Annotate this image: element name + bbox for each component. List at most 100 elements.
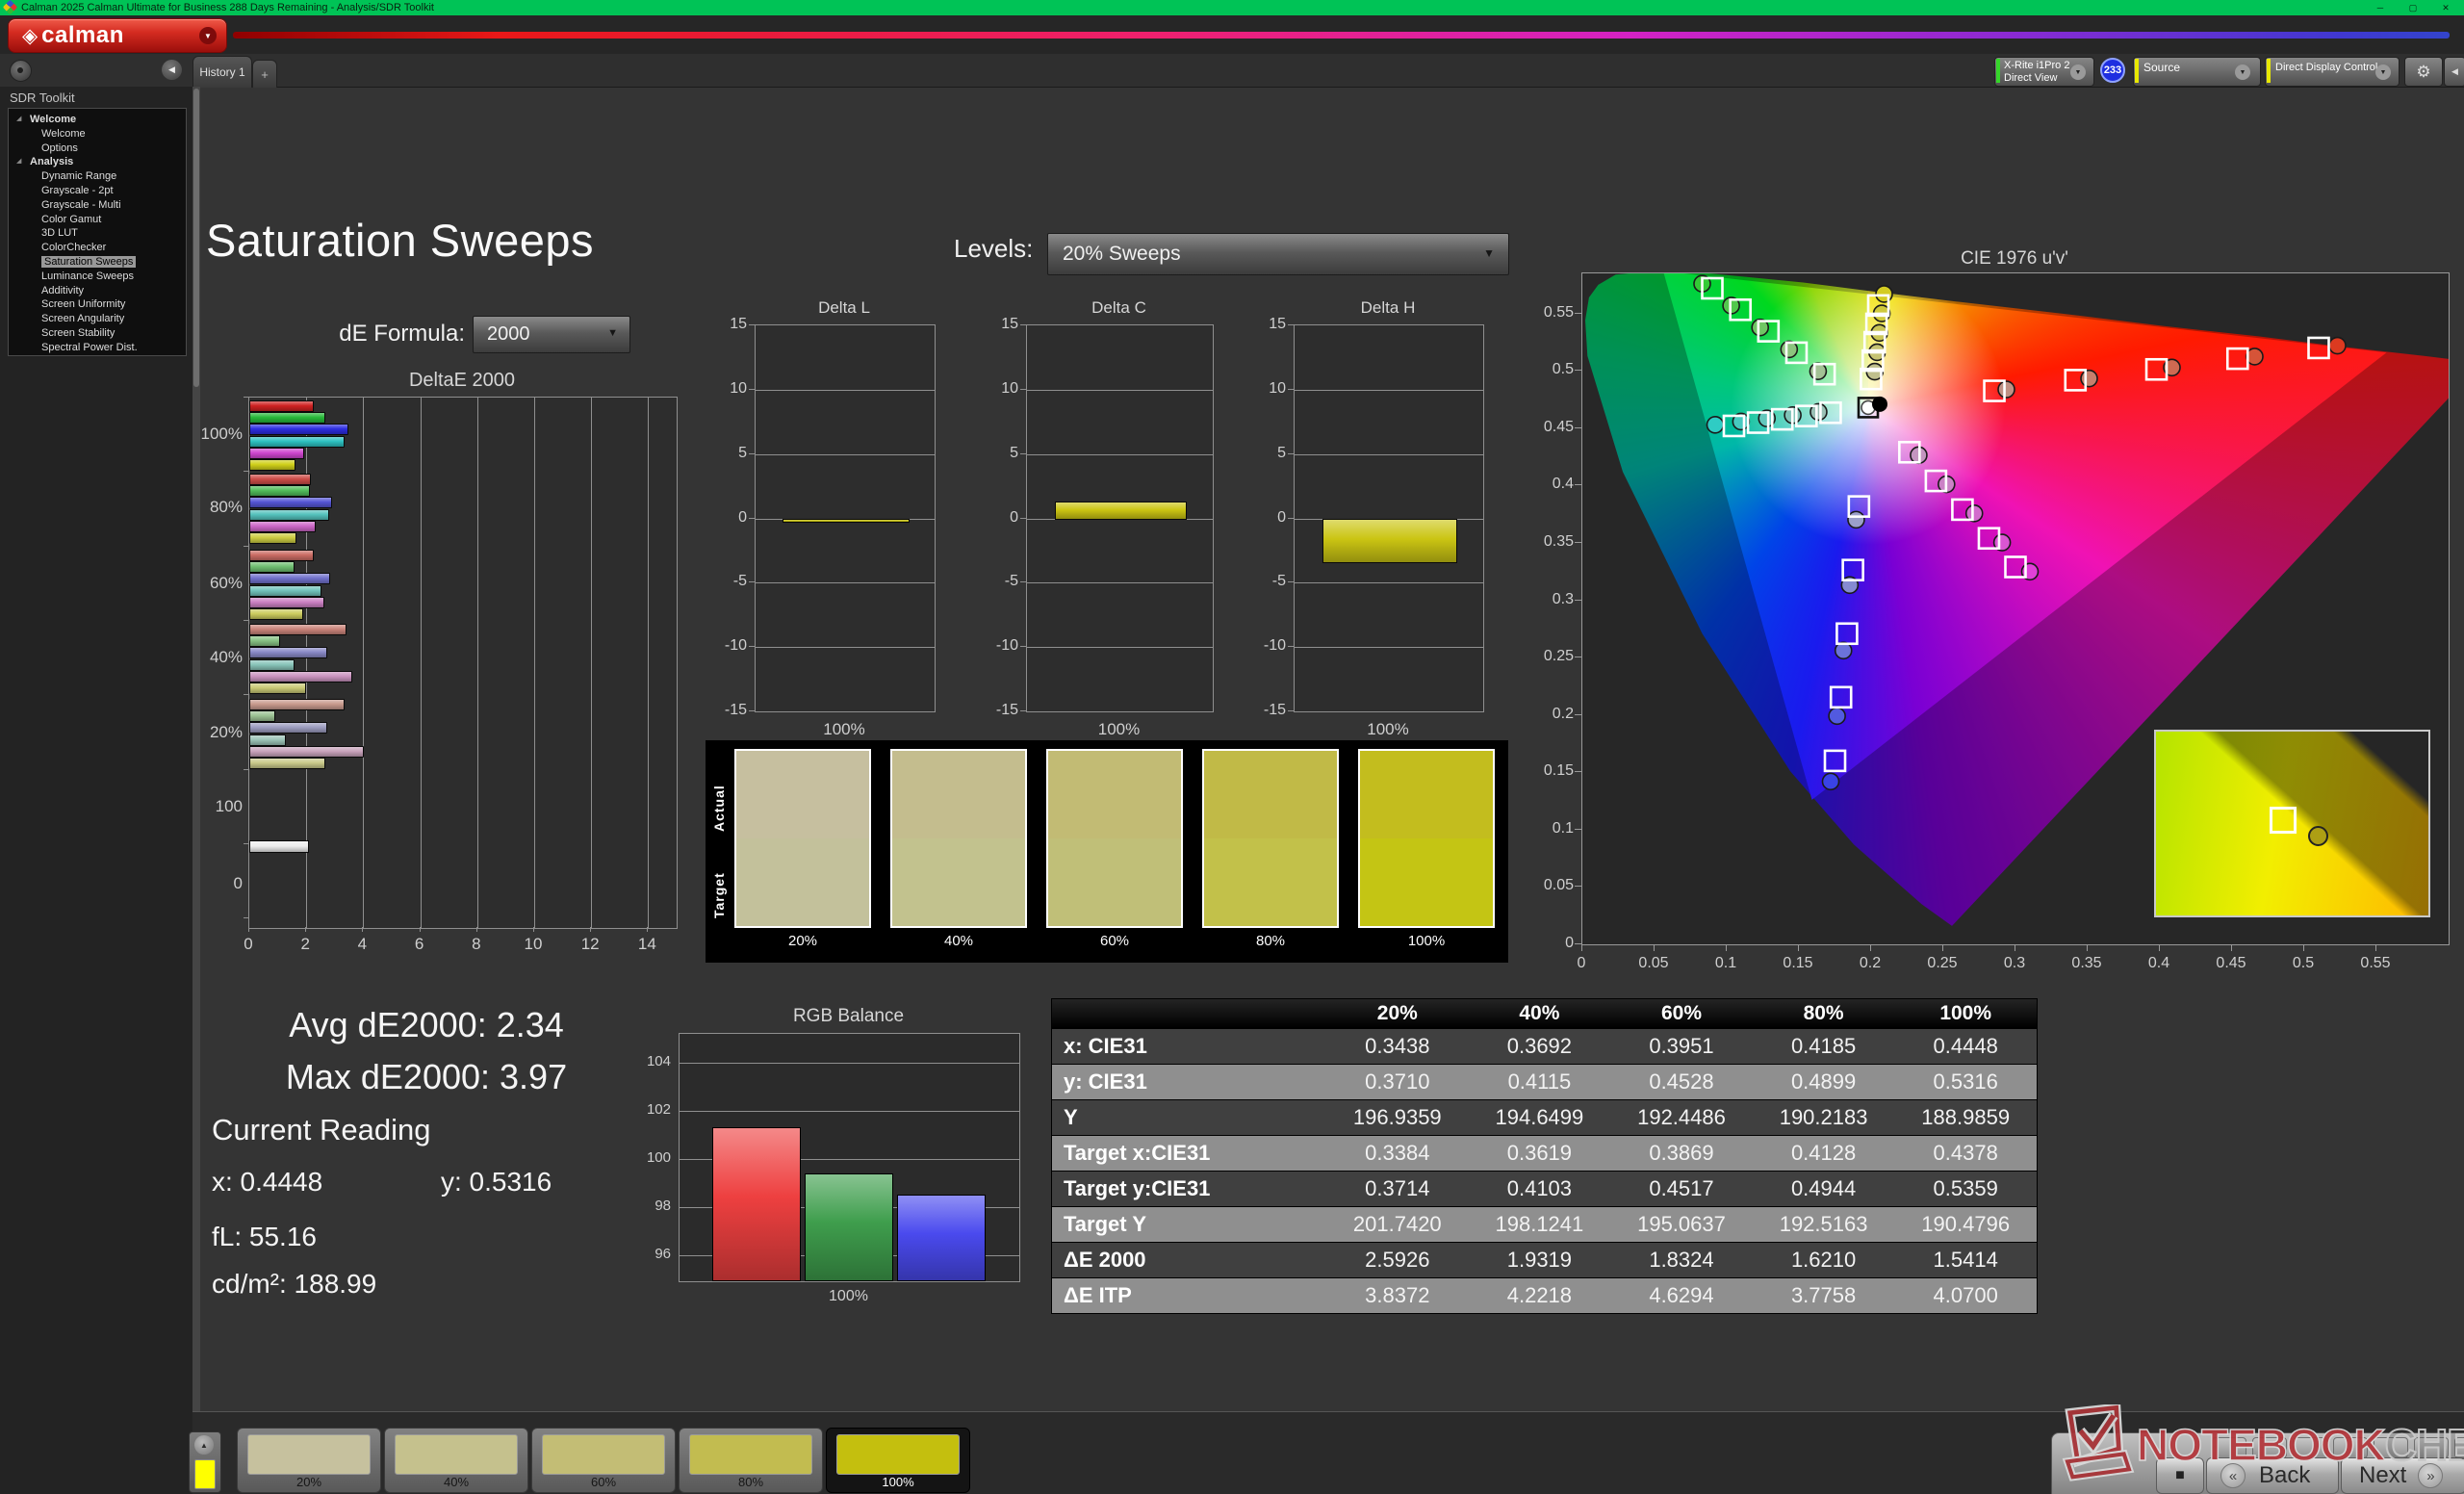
sidebar-item-screen-angularity[interactable]: Screen Angularity	[9, 312, 186, 326]
calman-diamond-icon: ◈	[22, 24, 38, 47]
y-tick	[1575, 713, 1581, 715]
page-title: Saturation Sweeps	[206, 215, 595, 266]
de-formula-dropdown[interactable]: 2000 ▼	[473, 316, 630, 353]
row-label: Target x:CIE31	[1064, 1141, 1211, 1165]
gridline	[363, 398, 365, 928]
gridline	[756, 389, 935, 391]
x-tick	[1726, 945, 1727, 951]
pattern-tile-40%[interactable]: 40%	[384, 1428, 528, 1493]
scrollbar-thumb[interactable]	[193, 89, 199, 387]
meter-dropdown[interactable]: X-Rite i1Pro 2 Direct View ▼	[1994, 57, 2094, 87]
source-dropdown[interactable]: Source ▼	[2133, 57, 2261, 87]
chart-title: Delta C	[1091, 298, 1146, 317]
pattern-tile-20%[interactable]: 20%	[237, 1428, 381, 1493]
bar-red-20%	[249, 699, 345, 710]
sidebar-item-spectral-power-dist-[interactable]: Spectral Power Dist.	[9, 341, 186, 355]
tree-item-label: Analysis	[30, 156, 74, 168]
sidebar-item-dynamic-range[interactable]: Dynamic Range	[9, 169, 186, 184]
col-header-80%: 80%	[1803, 1002, 1844, 1024]
app-icon	[2, 0, 18, 15]
chevron-down-icon: ▼	[2375, 64, 2391, 80]
collapse-left-icon[interactable]: ◀	[162, 60, 182, 80]
cell-value: 2.5926	[1365, 1248, 1430, 1272]
y-tick	[244, 694, 248, 696]
maximize-button[interactable]: ▢	[2399, 0, 2427, 15]
cell-value: 194.6499	[1495, 1105, 1584, 1129]
bar-green	[805, 1172, 893, 1281]
sidebar-item-additivity[interactable]: Additivity	[9, 284, 186, 298]
row-label: ΔE 2000	[1064, 1248, 1146, 1272]
tree-item-label: Color Gamut	[41, 213, 102, 225]
pattern-tile-100%[interactable]: 100%	[826, 1428, 970, 1493]
main-scrollbar[interactable]	[192, 87, 200, 1494]
sidebar-item-welcome[interactable]: Welcome	[9, 127, 186, 142]
y-tick-label: 10	[1269, 379, 1286, 397]
bar-blue-100%	[249, 424, 348, 436]
sidebar-item-luminance-sweeps[interactable]: Luminance Sweeps	[9, 270, 186, 284]
sidebar-item-colorchecker[interactable]: ColorChecker	[9, 241, 186, 255]
sidebar-item-analysis[interactable]: ◢ Analysis	[9, 155, 186, 169]
panel-pin-button[interactable]	[10, 60, 32, 82]
sidebar-item-grayscale-multi[interactable]: Grayscale - Multi	[9, 198, 186, 213]
bar-magenta-60%	[249, 596, 324, 608]
x-label: 100%	[823, 720, 865, 738]
minimize-button[interactable]: ─	[2366, 0, 2395, 15]
display-control-label: Direct Display Control	[2275, 62, 2378, 73]
y-tick-label: 0.2	[1552, 705, 1574, 722]
swatch-actual	[1048, 751, 1181, 838]
tab-add[interactable]: +	[252, 60, 277, 88]
meter-count-badge[interactable]: 233	[2100, 58, 2125, 83]
sidebar-item-welcome[interactable]: ◢ Welcome	[9, 113, 186, 127]
x-tick-label: 4	[357, 935, 368, 953]
sidebar-item-color-gamut[interactable]: Color Gamut	[9, 213, 186, 227]
plot-area	[1026, 324, 1214, 712]
pattern-label: 80%	[737, 1475, 764, 1489]
sidebar-item-screen-uniformity[interactable]: Screen Uniformity	[9, 297, 186, 312]
gridline	[1027, 582, 1213, 584]
levels-dropdown[interactable]: 20% Sweeps ▼	[1047, 233, 1509, 275]
gridline	[1295, 582, 1483, 584]
y-tick-label: 15	[1269, 316, 1286, 332]
pattern-tile-80%[interactable]: 80%	[679, 1428, 823, 1493]
workflow-tree: ◢ Welcome Welcome Options ◢ Analysis Dynamic R…	[8, 108, 187, 356]
swatch-label: 80%	[1255, 933, 1286, 949]
chevron-down-icon: ▼	[607, 327, 618, 339]
gridline	[420, 398, 422, 928]
collapse-panel-button[interactable]: ◀	[2444, 57, 2464, 87]
display-control-dropdown[interactable]: Direct Display Control ▼	[2265, 57, 2400, 87]
pattern-tile-60%[interactable]: 60%	[531, 1428, 676, 1493]
close-button[interactable]: ✕	[2431, 0, 2460, 15]
tree-expander-icon[interactable]: ◢	[16, 113, 21, 127]
bar-cyan-100%	[249, 435, 345, 448]
tree-item-label: Grayscale - Multi	[41, 198, 121, 211]
cell-value: 192.5163	[1779, 1212, 1868, 1236]
settings-button[interactable]: ⚙	[2404, 57, 2443, 87]
source-status-bar	[2135, 59, 2139, 83]
sidebar-item-saturation-sweeps[interactable]: Saturation Sweeps	[9, 255, 186, 270]
chevron-down-icon[interactable]: ▼	[199, 27, 217, 44]
tree-expander-icon[interactable]: ◢	[16, 155, 21, 169]
sidebar-item-screen-stability[interactable]: Screen Stability	[9, 326, 186, 341]
cell-value: 0.3438	[1365, 1034, 1430, 1058]
cell-value: 0.5316	[1933, 1069, 1998, 1094]
y-tick	[1575, 484, 1581, 486]
sidebar-item-grayscale-2pt[interactable]: Grayscale - 2pt	[9, 184, 186, 198]
calman-logo-button[interactable]: ◈ calman ▼	[8, 18, 227, 53]
bar-yellow-40%	[249, 683, 307, 694]
y-tick	[1020, 517, 1026, 519]
gridline	[1027, 389, 1213, 391]
pattern-swatch	[689, 1434, 812, 1475]
x-tick-label: 8	[472, 935, 481, 953]
y-group-label: 60%	[209, 574, 243, 592]
pattern-swatch	[395, 1434, 518, 1475]
pattern-up-button[interactable]: ▲	[194, 1435, 214, 1455]
tree-item-label: Dynamic Range	[41, 170, 117, 183]
sidebar-item-3d-lut[interactable]: 3D LUT	[9, 226, 186, 241]
sidebar-item-options[interactable]: Options	[9, 142, 186, 156]
y-tick	[749, 324, 755, 325]
reading-stats: Avg dE2000: 2.34 Max dE2000: 3.97 Curren…	[200, 984, 662, 1388]
tab-history-1[interactable]: History 1	[192, 56, 252, 88]
y-tick	[1575, 828, 1581, 830]
bar-red-40%	[249, 624, 346, 635]
pattern-swatch	[247, 1434, 371, 1475]
